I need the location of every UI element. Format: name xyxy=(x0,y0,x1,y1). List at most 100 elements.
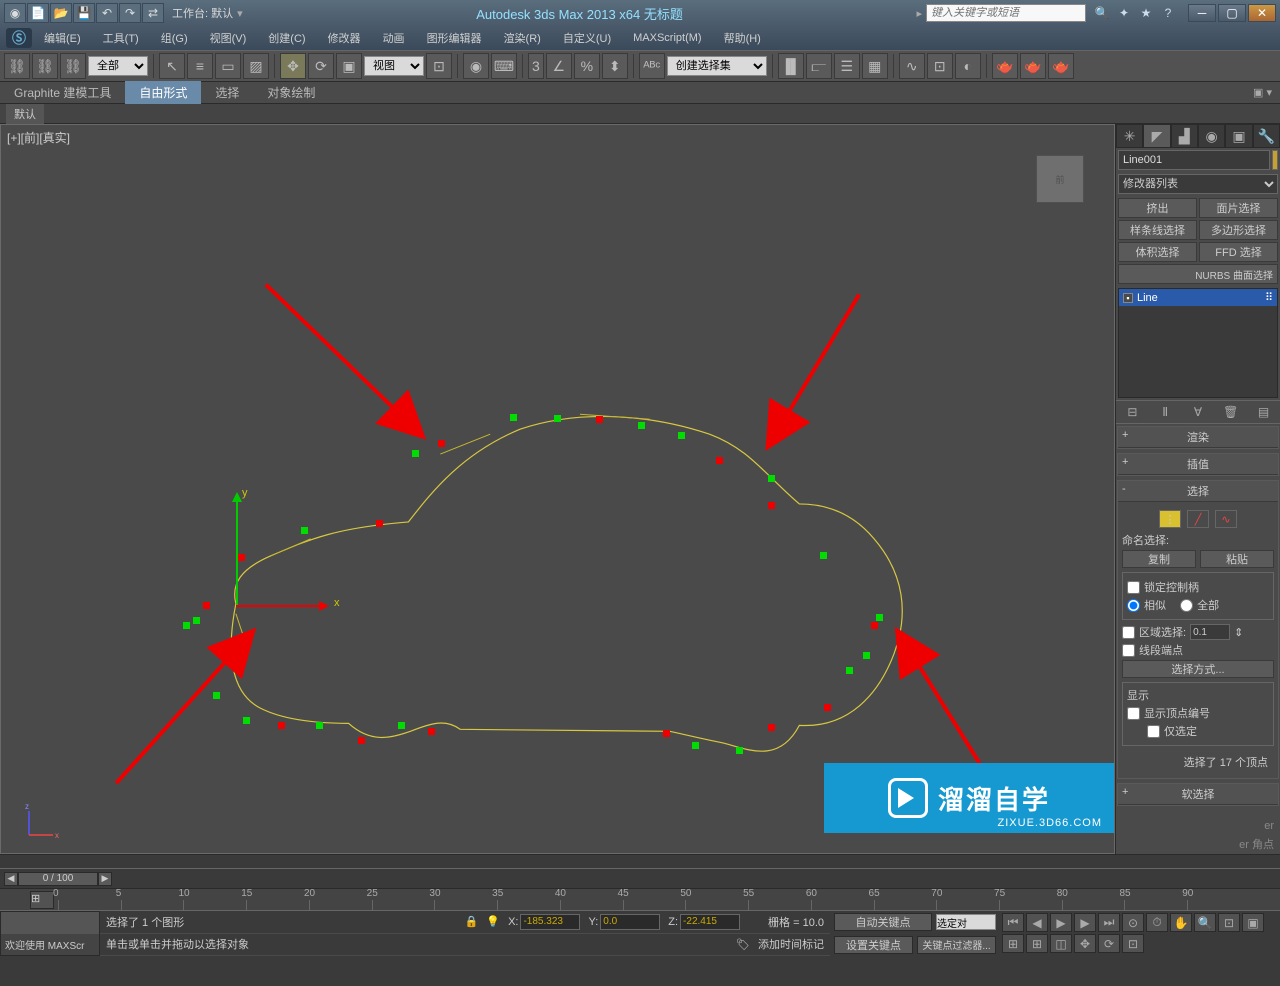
schematic-icon[interactable]: ⊡ xyxy=(927,53,953,79)
only-selected-check[interactable]: 仅选定 xyxy=(1147,723,1269,739)
keyfilter-button[interactable]: 关键点过滤器... xyxy=(917,936,996,954)
undo-icon[interactable]: ↶ xyxy=(96,3,118,23)
menu-customize[interactable]: 自定义(U) xyxy=(553,27,621,49)
subobj-spline-icon[interactable]: ∿ xyxy=(1215,510,1237,528)
vertex[interactable] xyxy=(412,450,419,457)
setkey-button[interactable]: 设置关键点 xyxy=(834,936,913,954)
vertex[interactable] xyxy=(438,440,445,447)
link-tool-icon[interactable]: ⛓ xyxy=(4,53,30,79)
modbtn-polysel[interactable]: 多边形选择 xyxy=(1199,220,1278,240)
vertex[interactable] xyxy=(871,622,878,629)
vertex[interactable] xyxy=(876,614,883,621)
ribbon-collapse-icon[interactable]: ▣ ▾ xyxy=(1245,86,1280,99)
subobj-vertex-icon[interactable]: ⋮ xyxy=(1159,510,1181,528)
show-vertex-num-check[interactable]: 显示顶点编号 xyxy=(1127,705,1269,721)
vertex[interactable] xyxy=(663,730,670,737)
menu-edit[interactable]: 编辑(E) xyxy=(34,27,91,49)
save-icon[interactable]: 💾 xyxy=(73,3,95,23)
nav-pan-icon[interactable]: ✋ xyxy=(1170,913,1192,932)
nav-zoomall-icon[interactable]: ⊡ xyxy=(1218,913,1240,932)
expand-icon[interactable]: ▪ xyxy=(1123,293,1133,303)
percent-snap-icon[interactable]: % xyxy=(574,53,600,79)
mirror-icon[interactable]: ▐▌ xyxy=(778,53,804,79)
vertex[interactable] xyxy=(316,722,323,729)
redo-icon[interactable]: ↷ xyxy=(119,3,141,23)
menu-modifiers[interactable]: 修改器 xyxy=(318,27,371,49)
vertex[interactable] xyxy=(376,520,383,527)
help-icon[interactable]: ? xyxy=(1158,4,1178,22)
goto-start-icon[interactable]: ⏮ xyxy=(1002,913,1024,932)
open-icon[interactable]: 📂 xyxy=(50,3,72,23)
modbtn-extrude[interactable]: 挤出 xyxy=(1118,198,1197,218)
panel-tab-modify[interactable]: ◤ xyxy=(1143,124,1170,148)
add-time-tag[interactable]: 添加时间标记 xyxy=(758,936,824,952)
ribbon-tab-graphite[interactable]: Graphite 建模工具 xyxy=(0,81,125,104)
nav-panview-icon[interactable]: ✥ xyxy=(1074,934,1096,953)
menu-tools[interactable]: 工具(T) xyxy=(93,27,149,49)
vertex[interactable] xyxy=(638,422,645,429)
ribbon-tab-selection[interactable]: 选择 xyxy=(201,81,253,104)
modifier-list[interactable]: 修改器列表 xyxy=(1118,174,1278,194)
menu-maxscript[interactable]: MAXScript(M) xyxy=(623,29,711,47)
panel-tab-hierarchy[interactable]: ▟ xyxy=(1171,124,1198,148)
workspace-label[interactable]: 工作台: 默认 xyxy=(172,5,233,21)
menu-animation[interactable]: 动画 xyxy=(373,27,415,49)
viewport-label[interactable]: [+][前][真实] xyxy=(7,129,70,146)
play-anim-icon[interactable]: ▶ xyxy=(1050,913,1072,932)
vertex[interactable] xyxy=(193,617,200,624)
vertex[interactable] xyxy=(213,692,220,699)
graphite-icon[interactable]: ▦ xyxy=(862,53,888,79)
keyboard-icon[interactable]: ⌨ xyxy=(491,53,517,79)
search-icon[interactable]: 🔍 xyxy=(1092,4,1112,22)
edit-named-sel-icon[interactable]: ᴬᴮᶜ xyxy=(639,53,665,79)
ref-coord-system[interactable]: 视图 xyxy=(364,56,424,76)
vertex[interactable] xyxy=(820,552,827,559)
vertex[interactable] xyxy=(554,415,561,422)
nav-fov-icon[interactable]: ▣ xyxy=(1242,913,1264,932)
select-tool-icon[interactable]: ↖ xyxy=(159,53,185,79)
maxscript-mini[interactable] xyxy=(1,912,99,934)
angle-snap-icon[interactable]: ∠ xyxy=(546,53,572,79)
goto-end-icon[interactable]: ⏭ xyxy=(1098,913,1120,932)
time-next-button[interactable]: ▶ xyxy=(98,872,112,886)
vertex[interactable] xyxy=(301,527,308,534)
subobj-segment-icon[interactable]: ╱ xyxy=(1187,510,1209,528)
scale-tool-icon[interactable]: ▣ xyxy=(336,53,362,79)
vertex[interactable] xyxy=(768,724,775,731)
vertex[interactable] xyxy=(716,457,723,464)
configure-icon[interactable]: ▤ xyxy=(1254,403,1274,421)
ribbon-tab-paint[interactable]: 对象绘制 xyxy=(253,81,329,104)
vertex[interactable] xyxy=(596,416,603,423)
vertex[interactable] xyxy=(824,704,831,711)
menu-views[interactable]: 视图(V) xyxy=(200,27,257,49)
panel-tab-motion[interactable]: ◉ xyxy=(1198,124,1225,148)
maximize-button[interactable]: ▢ xyxy=(1218,4,1246,22)
new-icon[interactable]: 📄 xyxy=(27,3,49,23)
time-slider[interactable]: 0 / 100 xyxy=(18,872,98,886)
unique-icon[interactable]: ∀ xyxy=(1188,403,1208,421)
nav-maxtoggle-icon[interactable]: ⊡ xyxy=(1122,934,1144,953)
time-tag-icon[interactable]: 🏷 xyxy=(736,938,750,951)
lock-icon[interactable]: 🔒 xyxy=(465,915,479,928)
object-name-input[interactable] xyxy=(1118,150,1270,170)
window-crossing-icon[interactable]: ▨ xyxy=(243,53,269,79)
render-setup-icon[interactable]: 🫖 xyxy=(992,53,1018,79)
search-input[interactable] xyxy=(926,4,1086,22)
key-selset[interactable] xyxy=(936,914,996,930)
vertex[interactable] xyxy=(768,502,775,509)
nav-region-icon[interactable]: ◫ xyxy=(1050,934,1072,953)
menu-grapheditors[interactable]: 图形编辑器 xyxy=(417,27,492,49)
named-selection-sets[interactable]: 创建选择集 xyxy=(667,56,767,76)
vertex[interactable] xyxy=(428,728,435,735)
select-name-icon[interactable]: ≡ xyxy=(187,53,213,79)
modbtn-splinesel[interactable]: 样条线选择 xyxy=(1118,220,1197,240)
manipulate-icon[interactable]: ◉ xyxy=(463,53,489,79)
horizontal-scrollbar[interactable] xyxy=(0,854,1280,868)
panel-tab-display[interactable]: ▣ xyxy=(1225,124,1252,148)
favorite-icon[interactable]: ★ xyxy=(1136,4,1156,22)
move-tool-icon[interactable]: ✥ xyxy=(280,53,306,79)
next-frame-icon[interactable]: ▶ xyxy=(1074,913,1096,932)
material-editor-icon[interactable]: ◐ xyxy=(955,53,981,79)
vertex[interactable] xyxy=(203,602,210,609)
show-end-icon[interactable]: Ⅱ xyxy=(1155,403,1175,421)
